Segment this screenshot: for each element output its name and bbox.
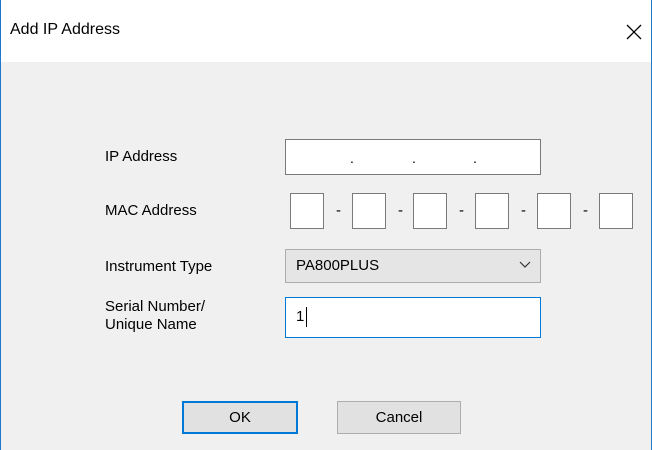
serial-number-value: 1	[296, 308, 305, 325]
mac-octet-1-input[interactable]	[290, 193, 324, 229]
close-button[interactable]	[615, 14, 651, 50]
chevron-down-icon	[519, 261, 531, 268]
dialog-title: Add IP Address	[10, 21, 120, 38]
ip-octet-separator: .	[412, 150, 416, 166]
mac-octet-5-input[interactable]	[537, 193, 571, 229]
text-caret	[306, 307, 307, 327]
ip-address-label: IP Address	[105, 148, 178, 165]
instrument-type-value: PA800PLUS	[296, 257, 380, 274]
serial-number-label: Serial Number/ Unique Name	[105, 298, 205, 334]
serial-label-line1: Serial Number/	[105, 298, 206, 315]
serial-number-input[interactable]: 1	[285, 297, 541, 338]
ip-octet-separator: .	[350, 150, 354, 166]
mac-octet-2-input[interactable]	[352, 193, 386, 229]
mac-octet-6-input[interactable]	[599, 193, 633, 229]
mac-separator: -	[398, 202, 403, 219]
ip-address-input[interactable]: . . .	[285, 139, 541, 175]
cancel-button[interactable]: Cancel	[337, 401, 461, 434]
add-ip-address-dialog: Add IP Address IP Address . . . MAC Addr…	[0, 0, 652, 450]
close-icon	[626, 24, 642, 40]
serial-label-line2: Unique Name	[105, 316, 197, 333]
ok-button[interactable]: OK	[182, 401, 298, 434]
mac-octet-4-input[interactable]	[475, 193, 509, 229]
instrument-type-label: Instrument Type	[105, 258, 213, 275]
title-bar[interactable]: Add IP Address	[1, 0, 651, 62]
mac-separator: -	[583, 202, 588, 219]
mac-octet-3-input[interactable]	[413, 193, 447, 229]
instrument-type-select[interactable]: PA800PLUS	[285, 249, 541, 283]
mac-separator: -	[521, 202, 526, 219]
mac-separator: -	[336, 202, 341, 219]
ip-octet-separator: .	[473, 150, 477, 166]
mac-address-label: MAC Address	[105, 202, 197, 219]
mac-separator: -	[459, 202, 464, 219]
